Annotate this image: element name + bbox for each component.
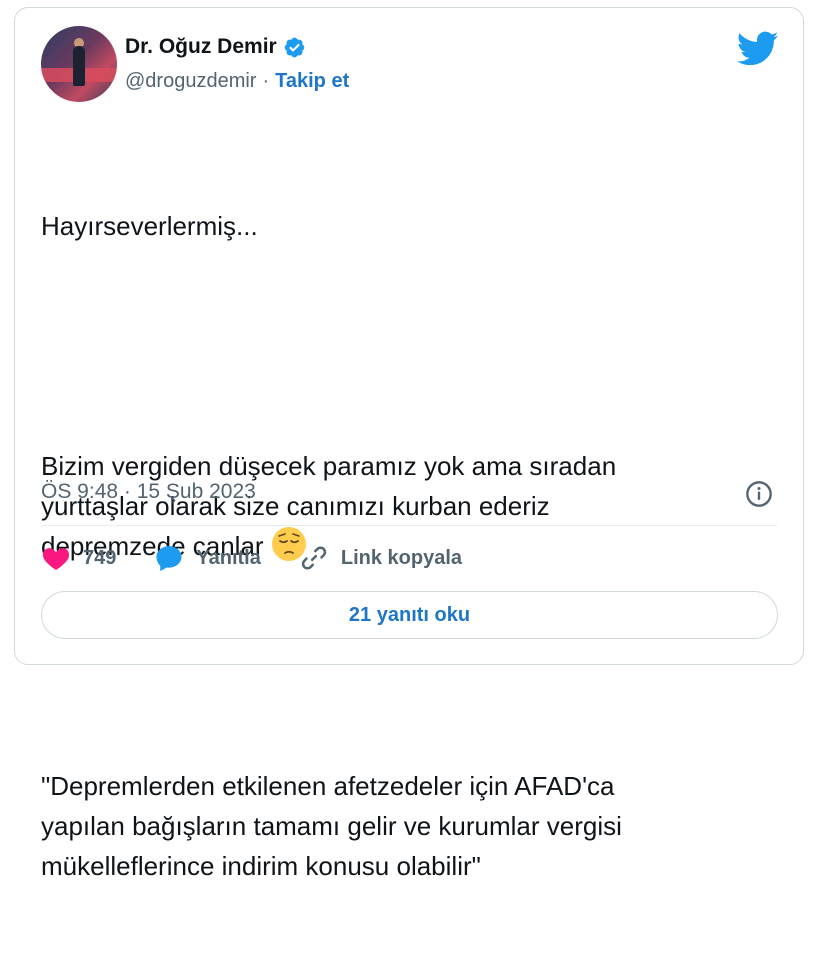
like-count: 749 (83, 546, 117, 569)
tweet-actions: 749 Yanıtla Link kopyala (41, 541, 500, 575)
reply-button[interactable]: Yanıtla (154, 543, 261, 573)
read-replies-button[interactable]: 21 yanıtı oku (41, 591, 778, 639)
tweet-card: Dr. Oğuz Demir @droguzdemir · Takip et H… (14, 7, 804, 881)
reply-label: Yanıtla (196, 546, 261, 569)
heart-icon (42, 548, 70, 570)
tweet-timestamp[interactable]: ÖS 9:48 · 15 Şub 2023 (41, 480, 256, 504)
link-icon (301, 546, 327, 570)
like-button[interactable]: 749 (41, 543, 116, 573)
follow-button[interactable]: Takip et (275, 70, 349, 93)
tweet-paragraph-3: "Depremlerden etkilenen afetzedeler için… (41, 771, 622, 881)
author-handle-row: @droguzdemir · Takip et (125, 70, 349, 93)
copy-link-label: Link kopyala (340, 546, 463, 569)
reply-bubble-icon (156, 546, 182, 572)
avatar[interactable] (41, 26, 117, 102)
author-handle[interactable]: @droguzdemir (125, 70, 256, 93)
tweet-line-1: Hayırseverlermiş... (41, 211, 258, 241)
divider (41, 525, 777, 526)
verified-badge-icon (284, 37, 305, 57)
copy-link-button[interactable]: Link kopyala (299, 543, 462, 573)
twitter-bird-icon[interactable] (737, 31, 779, 67)
author-name[interactable]: Dr. Oğuz Demir (125, 35, 277, 59)
author-name-row: Dr. Oğuz Demir (125, 35, 306, 59)
avatar-person-body (73, 46, 85, 86)
handle-separator: · (262, 70, 270, 92)
info-icon[interactable] (745, 480, 773, 508)
